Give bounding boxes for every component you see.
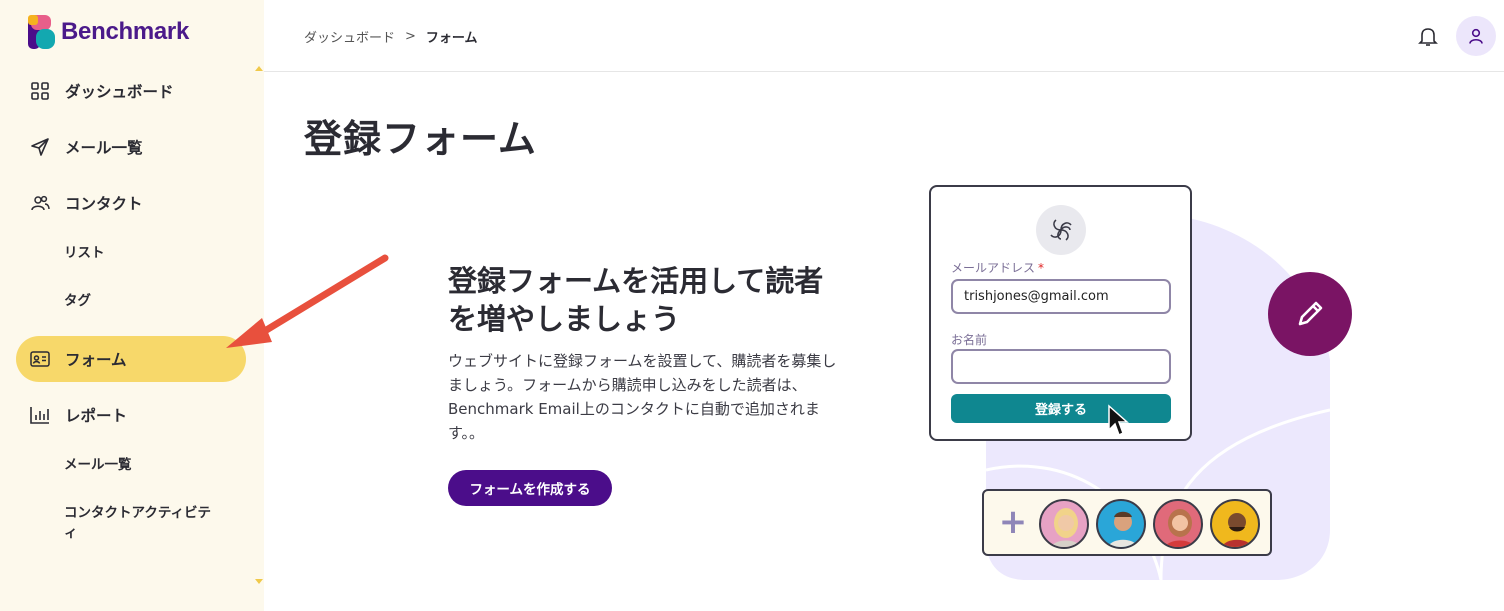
sidebar-item-label: メール一覧 (65, 139, 143, 157)
sidebar-item-label: コンタクト (65, 195, 143, 213)
bell-icon[interactable] (1416, 24, 1440, 48)
pencil-edit-icon (1268, 272, 1352, 356)
sidebar-item-emails[interactable]: メール一覧 (16, 124, 246, 170)
brand-logo[interactable]: Benchmark (28, 15, 189, 49)
sidebar-item-label: レポート (65, 407, 128, 425)
sidebar-scroll-down[interactable] (255, 579, 263, 584)
email-label-text: メールアドレス (951, 261, 1036, 275)
mouse-cursor-icon (1108, 404, 1129, 437)
annotation-arrow (226, 254, 389, 348)
name-field-label: お名前 (951, 333, 988, 347)
plus-icon: + (998, 502, 1028, 542)
name-field (951, 349, 1171, 384)
subscriber-avatar (1096, 499, 1146, 549)
promo-body-line2: ましょう。フォームから購読申し込みをした読者は、 (448, 376, 807, 394)
sidebar-subitem-tags[interactable]: タグ (64, 291, 91, 311)
sidebar-subitem-label-line1: コンタクトアクティビテ (64, 505, 212, 521)
promo-body-line1: ウェブサイトに登録フォームを設置して、購読者を募集し (448, 352, 837, 370)
sidebar-item-contacts[interactable]: コンタクト (16, 180, 246, 226)
spiral-logo-icon (1036, 205, 1086, 255)
send-icon (30, 137, 50, 157)
sidebar-subitem-email-reports[interactable]: メール一覧 (64, 455, 132, 475)
promo-heading-line2: を増やしましょう (448, 302, 681, 336)
top-header: ダッシュボード > フォーム (264, 0, 1504, 72)
page-title: 登録フォーム (304, 117, 537, 161)
email-field: trishjones@gmail.com (951, 279, 1171, 314)
sidebar-item-label: フォーム (65, 351, 127, 369)
sidebar-scroll-up[interactable] (255, 66, 263, 71)
account-avatar-button[interactable] (1456, 16, 1496, 56)
id-card-icon (30, 349, 50, 369)
subscriber-avatar (1039, 499, 1089, 549)
breadcrumb-dashboard[interactable]: ダッシュボード (304, 27, 395, 46)
sidebar-item-forms[interactable]: フォーム (16, 336, 246, 382)
grid-icon (30, 81, 50, 101)
promo-heading-line1: 登録フォームを活用して読者 (448, 264, 824, 298)
sidebar-subitem-label-line2: ィ (64, 525, 78, 541)
subscriber-avatar (1153, 499, 1203, 549)
breadcrumb-separator: > (405, 29, 416, 44)
breadcrumb-current: フォーム (425, 31, 478, 46)
bar-chart-icon (30, 405, 50, 425)
form-preview-card: メールアドレス * trishjones@gmail.com お名前 登録する (929, 185, 1192, 441)
sidebar-subitem-contact-activity[interactable]: コンタクトアクティビテ ィ (64, 503, 211, 543)
sidebar-item-reports[interactable]: レポート (16, 392, 246, 438)
create-form-button[interactable]: フォームを作成する (448, 470, 612, 506)
sidebar-item-label: ダッシュボード (65, 83, 174, 101)
promo-heading: 登録フォームを活用して読者 を増やしましょう (448, 262, 888, 338)
user-icon (1469, 28, 1483, 44)
promo-body-line3: Benchmark Email上のコンタクトに自動で追加されま (448, 400, 820, 418)
subscribe-button-preview: 登録する (951, 394, 1171, 423)
sidebar-item-dashboard[interactable]: ダッシュボード (16, 68, 246, 114)
subscriber-avatars-strip: + (982, 489, 1272, 556)
benchmark-logo-icon (28, 15, 55, 49)
email-field-label: メールアドレス * (951, 259, 1044, 276)
users-icon (30, 193, 50, 213)
sidebar-subitem-lists[interactable]: リスト (64, 243, 105, 263)
required-mark: * (1038, 261, 1045, 275)
subscriber-avatar (1210, 499, 1260, 549)
breadcrumb: ダッシュボード > フォーム (304, 27, 478, 46)
brand-name: Benchmark (61, 18, 190, 45)
promo-body-line4: す。。 (448, 424, 485, 442)
promo-description: ウェブサイトに登録フォームを設置して、購読者を募集し ましょう。フォームから購読… (448, 349, 888, 445)
